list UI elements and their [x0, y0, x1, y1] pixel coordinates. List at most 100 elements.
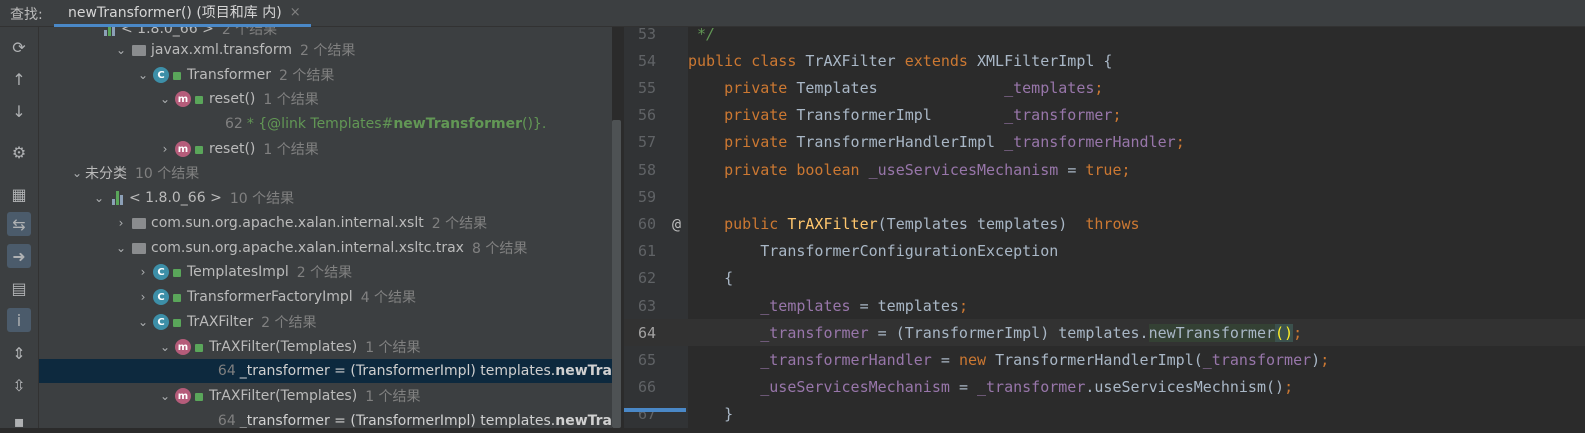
library-icon	[101, 27, 117, 37]
info-icon[interactable]: i	[7, 308, 31, 332]
node-label: TemplatesImpl	[187, 264, 289, 280]
find-label: 查找:	[10, 7, 43, 23]
code-line[interactable]: 64 _transformer = (TransformerImpl) temp…	[624, 319, 1585, 347]
chevron-right-icon[interactable]: ›	[113, 216, 129, 230]
code-line[interactable]: 53 */	[624, 27, 1585, 47]
chevron-down-icon[interactable]: ⌄	[135, 68, 151, 82]
usage-line-number: 64	[217, 413, 236, 428]
close-tab-icon[interactable]: ×	[290, 5, 301, 20]
result-count: 2 个结果	[299, 43, 356, 59]
down-arrow-icon[interactable]: ↓	[7, 99, 31, 123]
code-line[interactable]: 59	[624, 183, 1585, 210]
chevron-right-icon[interactable]: ›	[135, 290, 151, 304]
chevron-down-icon[interactable]: ⌄	[113, 43, 129, 57]
chevron-down-icon[interactable]: ⌄	[91, 191, 107, 205]
code-line[interactable]: 57 private TransformerHandlerImpl _trans…	[624, 129, 1585, 156]
code-text: TransformerConfigurationException	[688, 242, 1059, 261]
code-text: {	[688, 269, 734, 288]
class-icon: C	[153, 314, 169, 330]
up-arrow-icon[interactable]: ↑	[7, 67, 31, 91]
find-toolbar: ⟳ ↑ ↓ ⚙ ▦ ⇆ ➜ ▤ i ⇕ ⇳ ▪	[0, 27, 39, 431]
tree-node[interactable]: ⌄ < 1.8.0_66 > 10 个结果	[39, 186, 612, 210]
code-line[interactable]: 58 private boolean _useServicesMechanism…	[624, 156, 1585, 183]
collapse-all-icon[interactable]: ⇳	[7, 373, 31, 397]
code-text: private TransformerHandlerImpl _transfor…	[724, 133, 1185, 152]
package-icon	[131, 241, 147, 255]
export-icon[interactable]: ➜	[7, 244, 31, 268]
usage-row[interactable]: 64 _transformer = (TransformerImpl) templ…	[39, 409, 612, 428]
tree-node[interactable]: ⌄ m TrAXFilter(Templates) 1 个结果	[39, 384, 612, 408]
line-number: 64	[638, 323, 657, 342]
code-text: _templates = templates;	[760, 296, 968, 315]
code-editor[interactable]: 53 */ 54 public class TrAXFilter extends X…	[624, 27, 1585, 428]
line-number: 53	[638, 27, 657, 43]
usage-row[interactable]: 62 * {@link Templates#newTransformer()}.	[39, 112, 612, 136]
find-results-tree[interactable]: < 1.8.0_66 >2 个结果 ⌄ javax.xml.transform 2 个…	[39, 27, 612, 428]
chevron-down-icon[interactable]: ⌄	[113, 241, 129, 255]
chevron-down-icon[interactable]: ⌄	[157, 340, 173, 354]
tree-node[interactable]: ⌄ com.sun.org.apache.xalan.internal.xsltc…	[39, 236, 612, 260]
find-bar: 查找: newTransformer() (项目和库 内) ×	[0, 0, 1585, 27]
tree-node[interactable]: ⌄ m reset() 1 个结果	[39, 87, 612, 111]
settings-icon[interactable]: ⚙	[7, 140, 31, 164]
tree-node[interactable]: › com.sun.org.apache.xalan.internal.xslt 2…	[39, 211, 612, 235]
code-line[interactable]: 61 TransformerConfigurationException	[624, 238, 1585, 265]
public-lock-icon	[173, 294, 181, 302]
rerun-icon[interactable]: ⟳	[7, 35, 31, 59]
tree-node[interactable]: › m reset() 1 个结果	[39, 137, 612, 161]
usage-snippet: _transformer = (TransformerImpl) templat…	[239, 413, 612, 428]
code-line[interactable]: 63 _templates = templates;	[624, 292, 1585, 319]
code-line[interactable]: 60 @ public TrAXFilter(Templates template…	[624, 210, 1585, 237]
tree-node[interactable]: › C TemplatesImpl 2 个结果	[39, 260, 612, 284]
result-count: 1 个结果	[263, 142, 319, 158]
code-line[interactable]: 67 }	[624, 401, 1585, 428]
annotation-marker-icon[interactable]: @	[672, 215, 681, 233]
node-label: reset()	[209, 141, 256, 157]
chevron-right-icon[interactable]: ›	[135, 265, 151, 279]
tree-node[interactable]: ⌄ javax.xml.transform 2 个结果	[39, 38, 612, 62]
editor-scroll-indicator	[624, 408, 686, 412]
line-number: 55	[638, 78, 657, 97]
code-line[interactable]: 56 private TransformerImpl _transformer;	[624, 102, 1585, 129]
node-label: reset()	[209, 91, 256, 107]
chevron-down-icon[interactable]: ⌄	[157, 389, 173, 403]
code-text: _useServicesMechanism = _transformer.use…	[760, 378, 1294, 397]
usage-snippet: _transformer = (TransformerImpl) templat…	[239, 363, 612, 379]
class-icon: C	[153, 67, 169, 83]
tree-node[interactable]: › C TransformerFactoryImpl 4 个结果	[39, 285, 612, 309]
line-number: 59	[638, 187, 657, 206]
result-count: 2 个结果	[279, 68, 335, 84]
usage-row[interactable]: 64 _transformer = (TransformerImpl) templ…	[39, 359, 612, 383]
code-line[interactable]: 65 _transformerHandler = new Transformer…	[624, 346, 1585, 373]
code-line[interactable]: 66 _useServicesMechanism = _transformer.…	[624, 374, 1585, 401]
tree-node[interactable]: ⌄ 未分类 10 个结果	[39, 161, 612, 185]
line-number: 57	[638, 133, 657, 152]
node-label: com.sun.org.apache.xalan.internal.xsltc.…	[151, 240, 464, 256]
chevron-down-icon[interactable]: ⌄	[135, 315, 151, 329]
chevron-right-icon[interactable]: ›	[157, 142, 173, 156]
tab-find-results[interactable]: newTransformer() (项目和库 内) ×	[54, 0, 311, 27]
code-line[interactable]: 54 public class TrAXFilter extends XMLFil…	[624, 47, 1585, 74]
node-label: javax.xml.transform	[151, 42, 292, 58]
node-label: TrAXFilter	[187, 314, 254, 330]
public-lock-icon	[173, 319, 181, 327]
chevron-down-icon[interactable]: ⌄	[69, 166, 85, 180]
result-count: 1 个结果	[365, 340, 421, 356]
expand-all-icon[interactable]: ⇕	[7, 341, 31, 365]
import-icon[interactable]: ⇆	[7, 212, 31, 236]
line-number: 58	[638, 160, 657, 179]
node-label: TrAXFilter(Templates)	[209, 339, 358, 355]
tree-node[interactable]: ⌄ C Transformer 2 个结果	[39, 63, 612, 87]
more-icon[interactable]: ▪	[7, 409, 31, 433]
code-line[interactable]: 62 {	[624, 265, 1585, 292]
usage-line-number: 62	[225, 116, 243, 132]
tree-scrollbar[interactable]	[612, 120, 621, 428]
code-text: public class TrAXFilter extends XMLFilte…	[688, 51, 1113, 70]
code-text: public TrAXFilter(Templates templates) t…	[724, 214, 1140, 233]
chevron-down-icon[interactable]: ⌄	[157, 92, 173, 106]
code-line[interactable]: 55 private Templates _templates;	[624, 74, 1585, 101]
preview-icon[interactable]: ▤	[7, 276, 31, 300]
tree-node[interactable]: ⌄ C TrAXFilter 2 个结果	[39, 310, 612, 334]
tree-node[interactable]: ⌄ m TrAXFilter(Templates) 1 个结果	[39, 335, 612, 359]
group-icon[interactable]: ▦	[7, 182, 31, 206]
